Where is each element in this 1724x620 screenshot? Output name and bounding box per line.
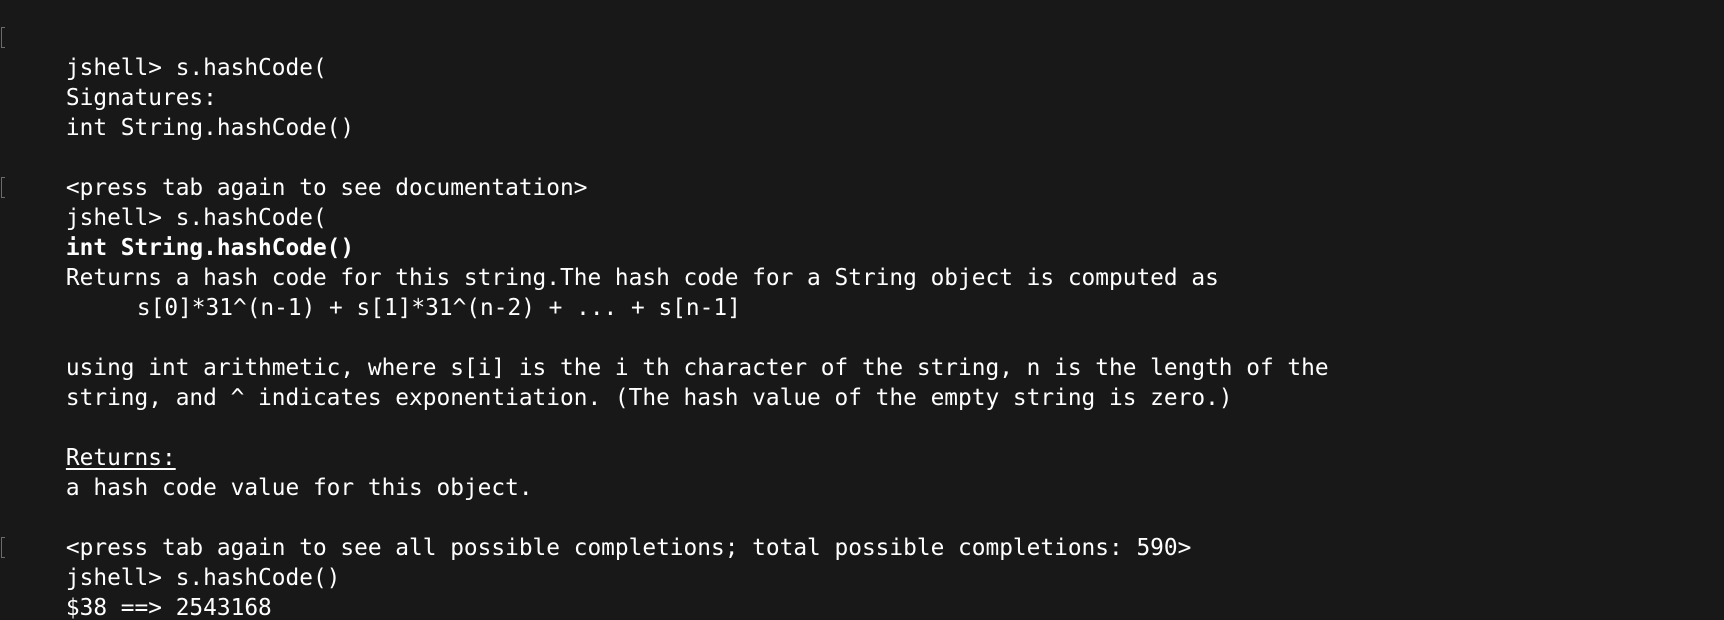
prompt-line: jshell> s.hashCode()	[0, 533, 1724, 591]
prompt-line: jshell> s.hashCode(	[0, 173, 1724, 231]
output-line: <press tab again to see documentation>	[0, 143, 1724, 201]
terminal-line-text: $38 ==> 2543168	[65, 595, 272, 620]
prompt-marker-icon	[1, 537, 5, 558]
prompt-marker-icon	[1, 27, 5, 48]
output-line: s[0]*31^(n-1) + s[1]*31^(n-2) + ... + s[…	[0, 263, 1724, 321]
output-line: <press tab again to see all possible com…	[0, 503, 1724, 561]
prompt-marker-icon	[1, 177, 5, 198]
output-line: Signatures:	[0, 53, 1724, 111]
output-line: a hash code value for this object.	[0, 443, 1724, 501]
output-line: int String.hashCode()	[0, 83, 1724, 141]
prompt-line: jshell> s.hashCode(	[0, 23, 1724, 81]
output-line: using int arithmetic, where s[i] is the …	[0, 323, 1724, 381]
output-line: string, and ^ indicates exponentiation. …	[0, 353, 1724, 411]
output-line: int String.hashCode()	[0, 203, 1724, 261]
terminal-window[interactable]: jshell> s.hashCode( Signatures: int Stri…	[0, 0, 1724, 620]
output-line: Returns:	[0, 413, 1724, 471]
result-line: $38 ==> 2543168	[0, 563, 1724, 620]
output-line: Returns a hash code for this string.The …	[0, 233, 1724, 291]
